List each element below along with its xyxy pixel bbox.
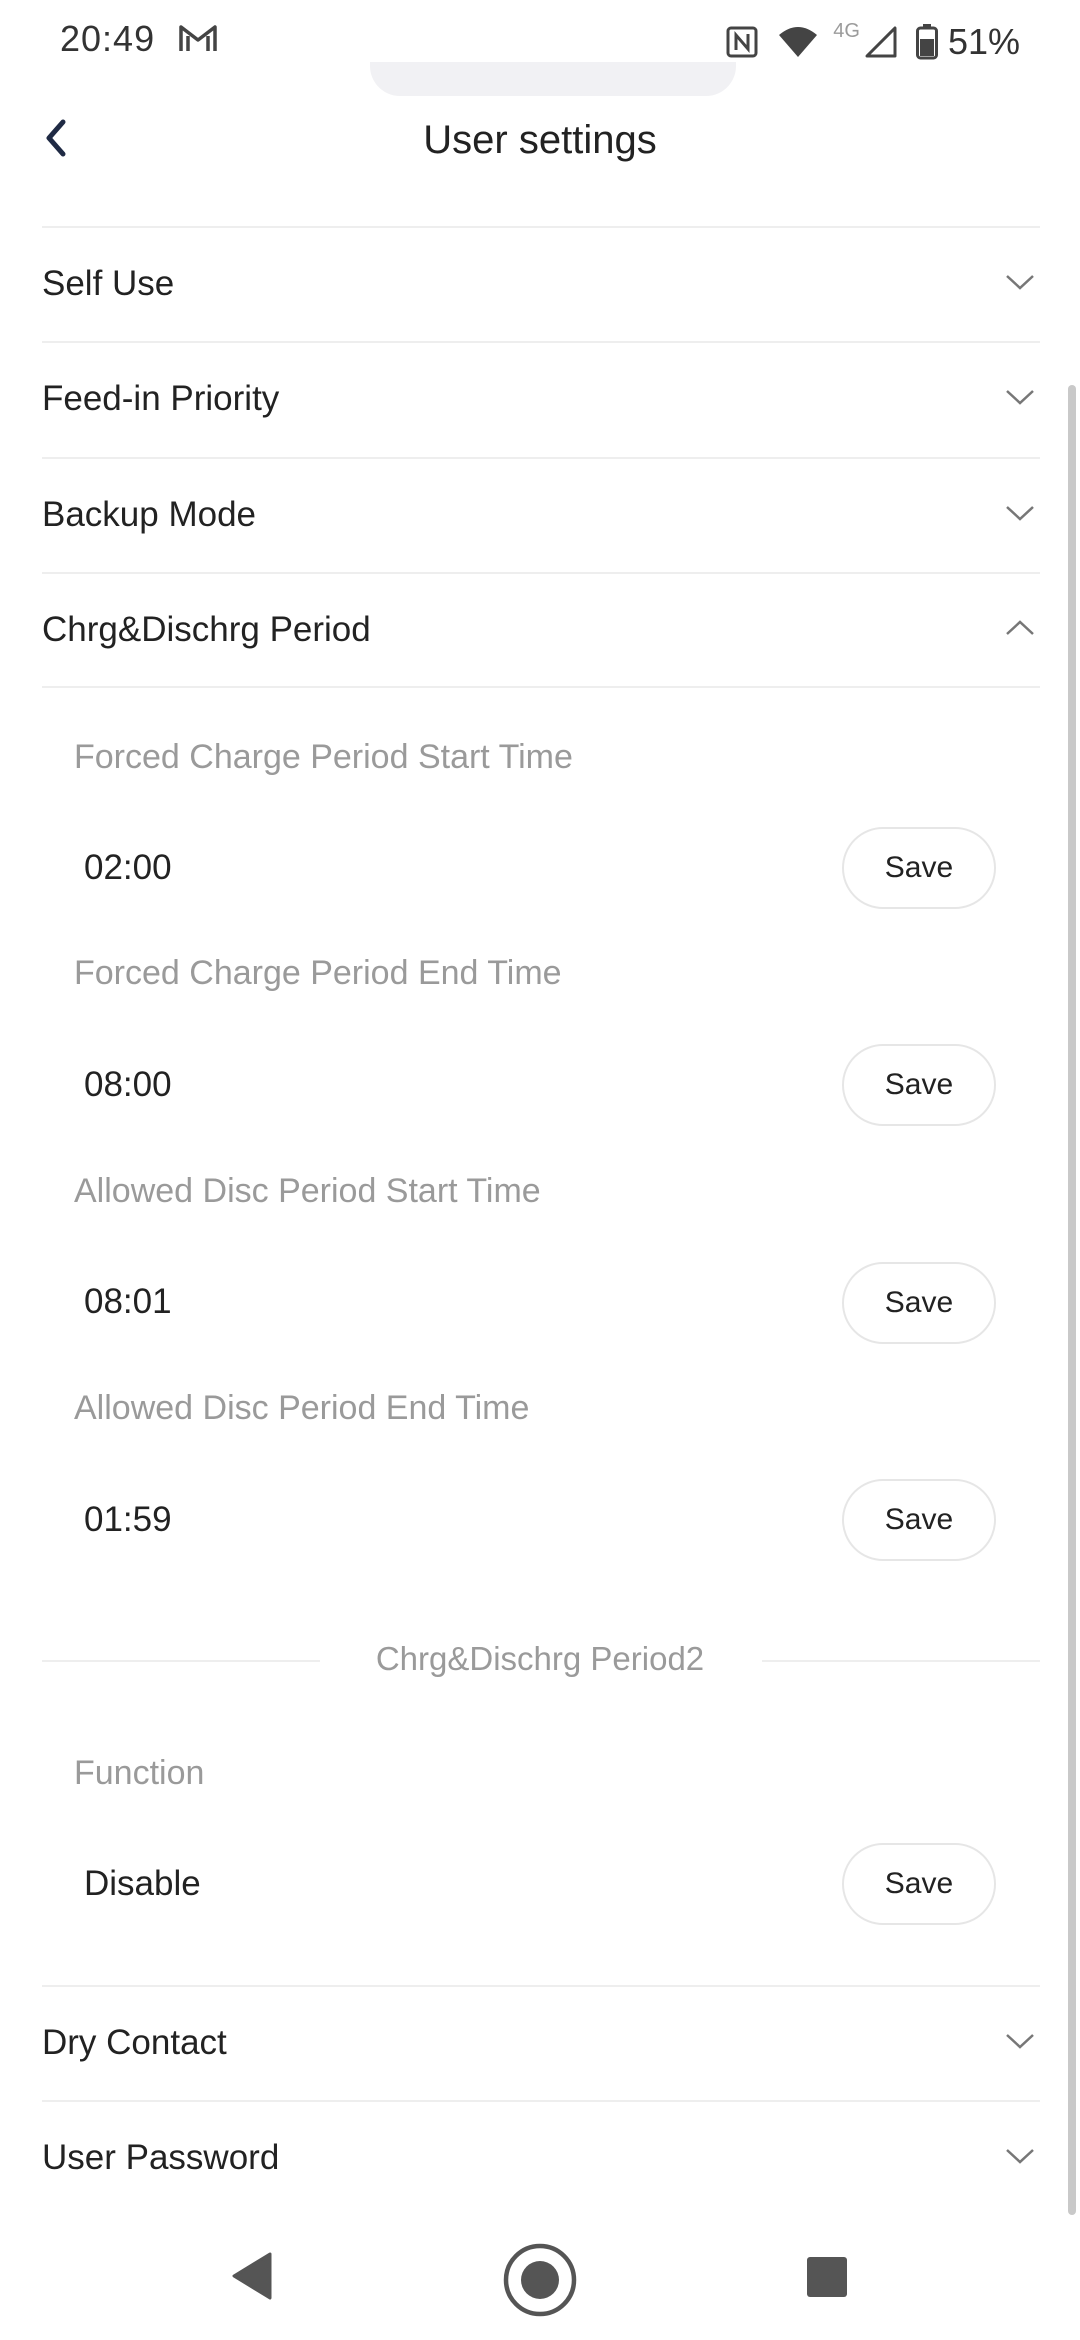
chevron-down-icon [1000, 2136, 1040, 2176]
header: User settings [0, 90, 1080, 190]
nav-recents-icon[interactable] [806, 2256, 848, 2303]
status-time: 20:49 [60, 18, 156, 59]
nav-home-icon[interactable] [502, 2242, 578, 2323]
section-backup-mode[interactable]: Backup Mode [42, 457, 1040, 573]
nfc-icon [725, 25, 759, 59]
function-value[interactable]: Disable [84, 1864, 201, 1904]
allowed-disc-end-value[interactable]: 01:59 [84, 1500, 172, 1540]
screen: 20:49 4G 51% User settings Self Use Feed… [0, 0, 1080, 2340]
section-chrg-dischrg-period[interactable]: Chrg&Dischrg Period [42, 572, 1040, 688]
battery-percent: 51% [947, 21, 1020, 62]
section-label: Feed-in Priority [42, 379, 280, 418]
save-button[interactable]: Save [842, 1044, 996, 1126]
forced-charge-start-value[interactable]: 02:00 [84, 848, 172, 888]
scrollbar[interactable] [1068, 385, 1076, 2215]
section-label: Dry Contact [42, 2023, 227, 2062]
section-self-use[interactable]: Self Use [42, 226, 1040, 342]
chevron-down-icon [1000, 377, 1040, 417]
function-label: Function [74, 1754, 205, 1792]
status-icons: 4G 51% [707, 18, 1020, 66]
divider [42, 686, 1040, 688]
allowed-disc-start-value[interactable]: 08:01 [84, 1282, 172, 1322]
section-label: Backup Mode [42, 495, 257, 534]
save-button[interactable]: Save [842, 1262, 996, 1344]
chevron-up-icon [1000, 608, 1040, 648]
forced-charge-end-value[interactable]: 08:00 [84, 1065, 172, 1105]
chevron-down-icon [1000, 493, 1040, 533]
network-type: 4G [833, 19, 860, 42]
section-dry-contact[interactable]: Dry Contact [42, 1985, 1040, 2101]
page-title: User settings [423, 118, 657, 162]
gmail-icon [178, 22, 218, 59]
section-label: Chrg&Dischrg Period [42, 610, 371, 649]
wifi-icon [777, 25, 819, 59]
save-button[interactable]: Save [842, 827, 996, 909]
forced-charge-start-label: Forced Charge Period Start Time [74, 738, 573, 776]
chevron-down-icon [1000, 262, 1040, 302]
section-label: Self Use [42, 264, 175, 303]
save-button[interactable]: Save [842, 1479, 996, 1561]
chevron-down-icon [1000, 2021, 1040, 2061]
save-button[interactable]: Save [842, 1843, 996, 1925]
section-label: User Password [42, 2138, 280, 2177]
navigation-bar [0, 2220, 1080, 2340]
allowed-disc-end-label: Allowed Disc Period End Time [74, 1389, 530, 1427]
battery-icon [915, 24, 938, 60]
section-user-password[interactable]: User Password [42, 2100, 1040, 2216]
allowed-disc-start-label: Allowed Disc Period Start Time [74, 1172, 541, 1210]
signal-icon [864, 25, 898, 59]
subsection-title: Chrg&Dischrg Period2 [375, 1640, 705, 1677]
nav-back-icon[interactable] [230, 2250, 274, 2307]
section-feed-in-priority[interactable]: Feed-in Priority [42, 341, 1040, 457]
forced-charge-end-label: Forced Charge Period End Time [74, 954, 562, 992]
